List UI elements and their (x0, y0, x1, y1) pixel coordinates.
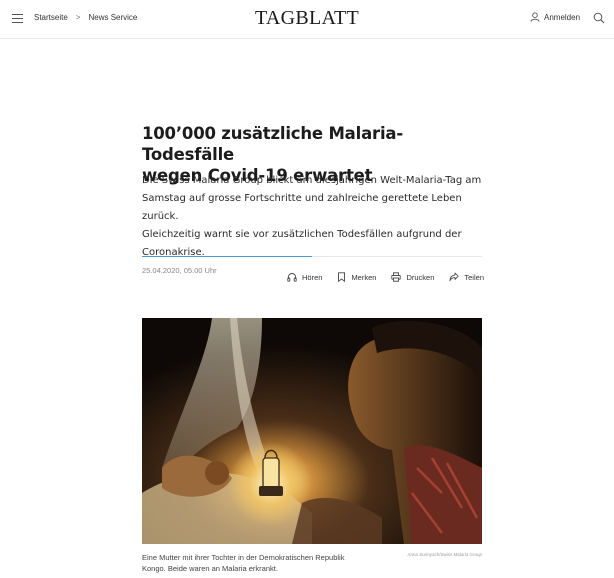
login-label: Anmelden (544, 13, 581, 22)
image-caption-line: Kongo. Beide waren an Malaria erkrankt. (142, 564, 278, 573)
search-icon (593, 12, 605, 24)
image-caption: Eine Mutter mit ihrer Tochter in der Dem… (142, 552, 372, 574)
site-logo[interactable]: TAGBLATT (0, 7, 614, 30)
image-caption-line: Eine Mutter mit ihrer Tochter in der Dem… (142, 553, 345, 562)
article-lead: Die Swiss Malaria Group blickt am diesjä… (142, 172, 487, 262)
printer-icon (391, 272, 402, 282)
publish-date: 25.04.2020, 05.00 Uhr (142, 266, 217, 275)
article-hero-image[interactable] (142, 318, 482, 544)
listen-label: Hören (302, 272, 323, 282)
mother-daughter-lantern-photo (142, 318, 482, 544)
user-icon (530, 12, 540, 22)
image-credit: Anna Surinyach/Swiss Malaria Group (407, 552, 482, 557)
article-title-line: 100’000 zusätzliche Malaria-Todesfälle (142, 124, 403, 164)
share-icon (449, 272, 460, 282)
reading-progress-fill (142, 256, 312, 257)
listen-button[interactable]: Hören (287, 272, 322, 282)
article-lead-line: Samstag auf grosse Fortschritte und zahl… (142, 193, 462, 222)
share-label: Teilen (464, 272, 484, 282)
share-button[interactable]: Teilen (449, 272, 484, 282)
print-button[interactable]: Drucken (391, 272, 434, 282)
article-actions: Hören Merken Drucken Teilen (287, 272, 484, 282)
headphones-icon (287, 273, 297, 282)
article-lead-line: Die Swiss Malaria Group blickt am diesjä… (142, 175, 482, 186)
search-button[interactable] (593, 11, 605, 29)
login-button[interactable]: Anmelden (530, 12, 580, 24)
reading-progress-bar (142, 256, 482, 257)
header-divider (0, 38, 614, 39)
bookmark-icon (338, 272, 346, 282)
print-label: Drucken (406, 272, 435, 282)
article-lead-line: Gleichzeitig warnt sie vor zusätzlichen … (142, 229, 462, 240)
bookmark-label: Merken (351, 272, 377, 282)
bookmark-button[interactable]: Merken (337, 272, 376, 282)
top-navigation-bar: Startseite > News Service TAGBLATT Anmelde… (0, 0, 614, 39)
